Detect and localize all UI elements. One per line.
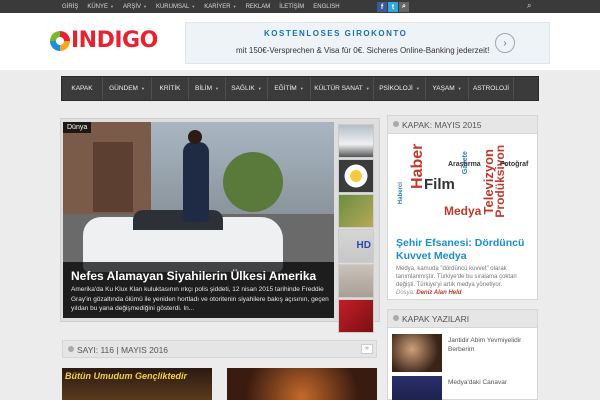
caret-down-icon: ▼ [191, 3, 196, 9]
word-cloud-word: Fotoğraf [500, 161, 529, 168]
list-item[interactable]: Medya'daki Canavar [392, 372, 535, 400]
word-cloud-word: Haberci [398, 182, 404, 205]
topnav-item[interactable]: GİRİŞ [62, 4, 78, 10]
slider-thumbnail[interactable] [338, 264, 374, 298]
slider-thumbnails [338, 124, 374, 334]
main-navigation: KAPAK GÜNDEM ▼ KRİTİK BİLİM ▼ SAĞLIK ▼ EĞİTİM ▼ KÜ… [61, 76, 539, 101]
cover-word-cloud-image[interactable]: Haber Film Medya Televizyon Prodüksiyon Fotoğ… [396, 141, 530, 229]
cover-article-excerpt: Medya, kamuda "dördüncü kuvvet" olarak t… [396, 266, 517, 288]
list-item-thumbnail[interactable] [392, 376, 442, 400]
mainnav-item[interactable]: GÜNDEM ▼ [103, 77, 152, 100]
list-item-thumbnail[interactable] [392, 334, 442, 372]
article-thumbnail[interactable] [227, 368, 377, 400]
social-icons: f t ⌕ [377, 2, 409, 12]
mainnav-item[interactable]: YAŞAM ▼ [426, 77, 469, 100]
facebook-icon[interactable]: f [377, 2, 387, 12]
topnav-item[interactable]: KURUMSAL ▼ [156, 4, 195, 10]
slider-thumbnail[interactable] [338, 124, 374, 158]
widget-header: KAPAK YAZILARI [388, 310, 537, 328]
slide-title[interactable]: Nefes Alamayan Siyahilerin Ülkesi Amerik… [71, 269, 316, 283]
slider-thumbnail[interactable] [338, 229, 374, 263]
cover-article-title[interactable]: Şehir Efsanesi: Dördüncü Kuvvet Medya [396, 237, 536, 263]
top-navigation: GİRİŞ KÜNYE ▼ ARŞİV ▼ KURUMSAL ▼ KARİYER ▼ REKLAM… [62, 0, 349, 13]
topnav-item[interactable]: REKLAM [246, 4, 271, 10]
ad-arrow-button[interactable]: › [495, 33, 515, 53]
list-item-title[interactable]: Medya'daki Canavar [448, 378, 536, 387]
caret-down-icon: ▼ [110, 3, 114, 9]
slider-thumbnail[interactable] [338, 299, 374, 333]
issue-section-title: SAYI: 116 | MAYIS 2016 [67, 345, 169, 355]
article-thumbnail[interactable]: Bütün Umudum Gençliktedir [62, 368, 212, 400]
topnav-item[interactable]: İLETİŞİM [279, 4, 304, 10]
slide-excerpt: Amerika'da Ku Klux Klan kuluktasının ırk… [71, 286, 329, 312]
caret-down-icon: ▼ [415, 86, 420, 91]
twitter-icon[interactable]: t [388, 2, 398, 12]
mainnav-item[interactable]: EĞİTİM ▼ [268, 77, 311, 100]
cover-widget: KAPAK: MAYIS 2015 Haber Film Medya Televizy… [387, 115, 538, 300]
caret-down-icon: ▼ [457, 86, 462, 91]
section-more-button[interactable]: » [361, 344, 373, 354]
mainnav-item[interactable]: KÜLTÜR SANAT ▼ [311, 77, 374, 100]
mainnav-item[interactable]: BİLİM ▼ [189, 77, 226, 100]
mainnav-item[interactable]: SAĞLIK ▼ [226, 77, 268, 100]
caret-down-icon: ▼ [299, 86, 304, 91]
caret-down-icon: ▼ [215, 86, 219, 91]
caret-down-icon: ▼ [257, 86, 262, 91]
mainnav-item[interactable]: ASTROLOJİ [469, 77, 514, 100]
slide-category-tag[interactable]: Dünya [63, 122, 92, 133]
caret-down-icon: ▼ [143, 3, 147, 9]
site-header: INDIGO KOSTENLOSES GIROKONTO mit 150€-Ve… [0, 13, 600, 70]
author-name[interactable]: Deniz Alan Held [416, 290, 461, 296]
topnav-item[interactable]: ARŞİV ▼ [123, 4, 147, 10]
mainnav-item[interactable]: KRİTİK [152, 77, 189, 100]
caret-down-icon: ▼ [232, 3, 237, 9]
site-logo[interactable]: INDIGO [50, 28, 158, 53]
search-icon[interactable]: ⌕ [399, 2, 409, 12]
top-search-icon[interactable]: ⌕ [527, 1, 537, 11]
slide-caption[interactable]: Nefes Alamayan Siyahilerin Ülkesi Amerik… [63, 262, 334, 318]
logo-text: INDIGO [71, 28, 158, 53]
ad-title: KOSTENLOSES GIROKONTO [264, 29, 408, 38]
caret-down-icon: ▼ [365, 86, 370, 91]
list-item[interactable]: Jantidir Abim Yevmiyelidir Berberim [392, 330, 535, 374]
topnav-item[interactable]: KARİYER ▼ [204, 4, 236, 10]
mainnav-item[interactable]: KAPAK [62, 77, 103, 100]
advertisement-banner[interactable]: KOSTENLOSES GIROKONTO mit 150€-Versprech… [185, 22, 550, 64]
slider-thumbnail[interactable] [338, 159, 374, 193]
top-bar: GİRİŞ KÜNYE ▼ ARŞİV ▼ KURUMSAL ▼ KARİYER ▼ REKLAM… [0, 0, 600, 13]
mainnav-item[interactable]: PSİKOLOJİ ▼ [374, 77, 426, 100]
list-item-title[interactable]: Jantidir Abim Yevmiyelidir Berberim [448, 336, 536, 354]
widget-title: KAPAK YAZILARI [392, 314, 470, 324]
thumbnail-overlay-text: Bütün Umudum Gençliktedir [65, 371, 188, 381]
topnav-item[interactable]: ENGLISH [313, 4, 339, 10]
cover-articles-widget: KAPAK YAZILARI Jantidir Abim Yevmiyelidi… [387, 309, 538, 400]
cover-article-author: Dosya: Deniz Alan Held [396, 290, 462, 296]
slider-thumbnail[interactable] [338, 194, 374, 228]
word-cloud-word: Prodüksiyon [493, 144, 507, 218]
issue-section-header: SAYI: 116 | MAYIS 2016 » [62, 340, 377, 358]
word-cloud-word: Araştırma [448, 161, 481, 168]
widget-header: KAPAK: MAYIS 2015 [388, 116, 537, 134]
widget-title: KAPAK: MAYIS 2015 [393, 120, 482, 130]
word-cloud-word: Film [424, 176, 455, 193]
ad-text: mit 150€-Versprechen & Visa für 0€. Sich… [236, 46, 490, 55]
logo-mark-icon [50, 30, 70, 51]
topnav-item[interactable]: KÜNYE ▼ [87, 4, 114, 10]
caret-down-icon: ▼ [140, 86, 145, 91]
word-cloud-word: Medya [444, 204, 482, 218]
